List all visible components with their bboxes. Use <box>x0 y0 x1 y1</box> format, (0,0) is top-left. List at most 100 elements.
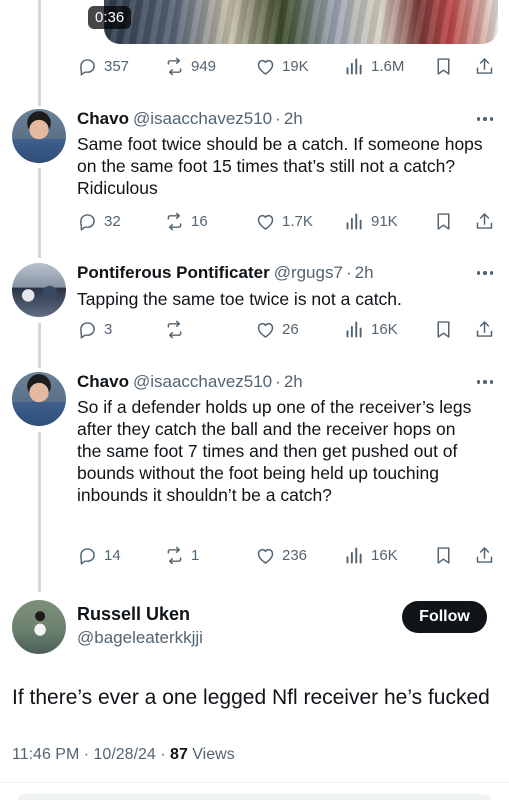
views-icon <box>344 211 365 232</box>
tweet-text: Same foot twice should be a catch. If so… <box>77 134 483 198</box>
views-button[interactable]: 16K <box>344 316 398 342</box>
repost-button[interactable] <box>164 316 191 342</box>
separator: · <box>160 746 166 763</box>
timestamp[interactable]: 2h <box>355 263 374 282</box>
share-icon <box>474 211 495 232</box>
share-button[interactable] <box>474 542 495 568</box>
like-button[interactable]: 19K <box>255 53 309 79</box>
reply-icon <box>77 545 98 566</box>
avatar[interactable] <box>12 263 66 317</box>
repost-button[interactable]: 949 <box>164 53 216 79</box>
share-button[interactable] <box>474 208 495 234</box>
separator: · <box>345 263 352 282</box>
video-thumbnail[interactable] <box>104 0 498 44</box>
avatar[interactable] <box>12 600 66 654</box>
views-button[interactable]: 91K <box>344 208 398 234</box>
tweet-header: Chavo @isaacchavez510 · 2h <box>77 109 469 129</box>
views-icon <box>344 56 365 77</box>
like-count: 19K <box>282 57 309 75</box>
reply-icon <box>77 319 98 340</box>
avatar[interactable] <box>12 372 66 426</box>
like-button[interactable]: 1.7K <box>255 208 313 234</box>
bookmark-icon <box>433 545 454 566</box>
parent-actions: 357 949 19K 1.6M <box>77 53 497 79</box>
bookmark-button[interactable] <box>433 316 454 342</box>
timestamp[interactable]: 11:46 PM <box>12 746 79 763</box>
tweet-actions: 14 1 236 16K <box>77 542 497 568</box>
reply-icon <box>77 56 98 77</box>
reply-button[interactable]: 357 <box>77 53 129 79</box>
author-handle[interactable]: @bageleaterkkjji <box>77 628 203 648</box>
repost-icon <box>164 56 185 77</box>
more-icon[interactable] <box>476 117 493 121</box>
date[interactable]: 10/28/24 <box>94 746 156 763</box>
separator: · <box>83 746 90 763</box>
reply-tweet[interactable]: Chavo @isaacchavez510 · 2h Same foot twice … <box>0 109 509 239</box>
heart-icon <box>255 56 276 77</box>
timestamp[interactable]: 2h <box>284 109 303 128</box>
share-icon <box>474 56 495 77</box>
author-name[interactable]: Chavo <box>77 109 129 128</box>
view-count: 91K <box>371 212 398 230</box>
author-handle[interactable]: @isaacchavez510 <box>133 372 272 391</box>
reply-count: 357 <box>104 57 130 75</box>
author-name[interactable]: Russell Uken <box>77 604 190 625</box>
reply-tweet[interactable]: Pontiferous Pontificater @rgugs7 · 2h Tappi… <box>0 263 509 343</box>
views-count: 87 <box>170 746 188 763</box>
views-icon <box>344 319 365 340</box>
views-button[interactable]: 16K <box>344 542 398 568</box>
avatar[interactable] <box>12 109 66 163</box>
reply-count: 14 <box>104 546 121 564</box>
repost-icon <box>164 211 185 232</box>
view-count: 1.6M <box>371 57 405 75</box>
repost-count: 949 <box>191 57 217 75</box>
heart-icon <box>255 319 276 340</box>
reply-count: 32 <box>104 212 121 230</box>
share-button[interactable] <box>474 53 495 79</box>
repost-count: 16 <box>191 212 208 230</box>
repost-count: 1 <box>191 546 200 564</box>
reply-icon <box>77 211 98 232</box>
like-count: 236 <box>282 546 308 564</box>
tweet-text: If there’s ever a one legged Nfl receive… <box>12 686 490 709</box>
like-button[interactable]: 236 <box>255 542 307 568</box>
bookmark-icon <box>433 56 454 77</box>
more-icon[interactable] <box>476 271 493 275</box>
reply-button[interactable]: 32 <box>77 208 121 234</box>
timestamp[interactable]: 2h <box>284 372 303 391</box>
like-count: 26 <box>282 320 299 338</box>
reply-button[interactable]: 3 <box>77 316 112 342</box>
author-name[interactable]: Pontiferous Pontificater <box>77 263 270 282</box>
author-name[interactable]: Chavo <box>77 372 129 391</box>
bookmark-button[interactable] <box>433 208 454 234</box>
share-button[interactable] <box>474 316 495 342</box>
author-handle[interactable]: @isaacchavez510 <box>133 109 272 128</box>
bookmark-icon <box>433 319 454 340</box>
bookmark-button[interactable] <box>433 53 454 79</box>
reply-composer[interactable] <box>16 794 493 800</box>
reply-button[interactable]: 14 <box>77 542 121 568</box>
view-count: 16K <box>371 320 398 338</box>
heart-icon <box>255 545 276 566</box>
like-button[interactable]: 26 <box>255 316 299 342</box>
author-handle[interactable]: @rgugs7 <box>274 263 343 282</box>
tweet-meta: 11:46 PM · 10/28/24 · 87 Views <box>12 746 235 764</box>
bookmark-button[interactable] <box>433 542 454 568</box>
like-count: 1.7K <box>282 212 313 230</box>
reply-tweet[interactable]: Chavo @isaacchavez510 · 2h So if a defender… <box>0 372 509 572</box>
heart-icon <box>255 211 276 232</box>
more-icon[interactable] <box>476 380 493 384</box>
video-duration: 0:36 <box>88 6 132 29</box>
repost-button[interactable]: 16 <box>164 208 208 234</box>
follow-button[interactable]: Follow <box>402 601 487 633</box>
tweet-header: Pontiferous Pontificater @rgugs7 · 2h <box>77 263 469 283</box>
divider <box>0 782 509 783</box>
thread-line <box>38 0 41 106</box>
tweet-actions: 3 26 16K <box>77 316 497 342</box>
views-label: Views <box>192 746 235 763</box>
tweet-header: Chavo @isaacchavez510 · 2h <box>77 372 469 392</box>
views-button[interactable]: 1.6M <box>344 53 404 79</box>
share-icon <box>474 319 495 340</box>
repost-button[interactable]: 1 <box>164 542 199 568</box>
tweet-text: Tapping the same toe twice is not a catc… <box>77 289 402 309</box>
